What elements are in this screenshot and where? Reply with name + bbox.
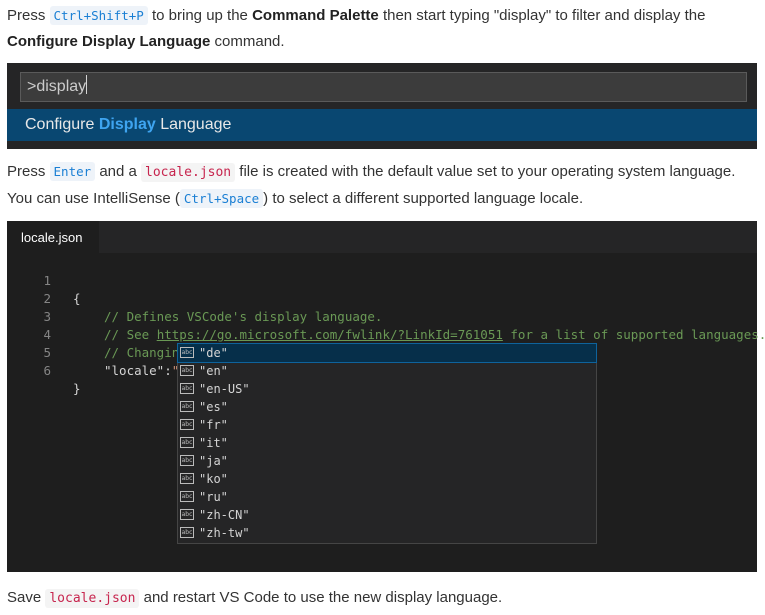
code-line: 3 // See https://go.microsoft.com/fwlink… (7, 290, 765, 342)
suggestion-label: "en-US" (199, 382, 250, 396)
intro-text: command. (210, 33, 285, 50)
suggestion-label: "zh-CN" (199, 508, 250, 522)
suggestion-label: "en" (199, 364, 228, 378)
suggestion-label: "ja" (199, 454, 228, 468)
intro-paragraph: Press Ctrl+Shift+P to bring up the Comma… (7, 3, 757, 55)
result-text: Language (155, 116, 232, 133)
suggestion-label: "zh-tw" (199, 526, 250, 540)
shortcut-ctrl-space: Ctrl+Space (179, 189, 264, 208)
suggestion-label: "fr" (199, 418, 228, 432)
suggestion-label: "es" (199, 400, 228, 414)
code-line: 5 "locale":"en" (7, 326, 202, 379)
text-suggestion-icon: abc (180, 473, 194, 484)
command-palette: >display Configure Display Language (7, 63, 757, 149)
filename-locale-json: locale.json (45, 589, 140, 608)
suggestion-label: "ko" (199, 472, 228, 486)
code-text: { (73, 291, 81, 306)
code-line: 1 { (7, 254, 80, 306)
suggestion-item[interactable]: abc "zh-tw" (178, 524, 596, 542)
suggestion-item[interactable]: abc "en" (178, 362, 596, 380)
suggestion-item[interactable]: abc "ko" (178, 470, 596, 488)
code-editor: locale.json 1 { 2 // Defines VSCode's di… (7, 221, 765, 572)
tab-locale-json[interactable]: locale.json (7, 221, 99, 253)
json-key: "locale" (104, 363, 165, 378)
code-line: 6 } (7, 344, 80, 396)
suggestion-label: "ru" (199, 490, 228, 504)
line-number: 6 (43, 363, 51, 378)
outro-text: and restart VS Code to use the new displ… (139, 589, 503, 606)
text-caret (86, 75, 88, 94)
editor-tab-bar: locale.json (7, 221, 757, 253)
code-line: 4 // Changing the value requires to rest… (7, 308, 472, 360)
comment-link[interactable]: https://go.microsoft.com/fwlink/?LinkId=… (157, 327, 503, 342)
suggestion-item[interactable]: abc "ru" (178, 488, 596, 506)
comment-text: // See (104, 327, 157, 342)
suggestion-item[interactable]: abc "es" (178, 398, 596, 416)
command-result-configure-display-language[interactable]: Configure Display Language (7, 109, 757, 141)
intro-text: to bring up the (147, 7, 253, 24)
suggest-widget: abc "de" abc "en" abc "en-US" abc "es" abc "f… (177, 343, 597, 544)
text-suggestion-icon: abc (180, 347, 194, 358)
suggestion-item[interactable]: abc "it" (178, 434, 596, 452)
comment-text: for a list of supported languages. (502, 327, 765, 342)
text-suggestion-icon: abc (180, 365, 194, 376)
text-suggestion-icon: abc (180, 437, 194, 448)
text-suggestion-icon: abc (180, 383, 194, 394)
outro-paragraph: Save locale.json and restart VS Code to … (7, 585, 757, 612)
configure-display-language-term: Configure Display Language (7, 33, 211, 50)
code-comment: // See https://go.microsoft.com/fwlink/?… (104, 326, 765, 344)
middle-text: ) to select a different supported langua… (263, 190, 584, 207)
text-suggestion-icon: abc (180, 401, 194, 412)
suggestion-item[interactable]: abc "en-US" (178, 380, 596, 398)
suggestion-item[interactable]: abc "zh-CN" (178, 506, 596, 524)
filename-locale-json: locale.json (141, 163, 236, 182)
middle-paragraph: Press Enter and a locale.json file is cr… (7, 159, 757, 212)
middle-text: and a (95, 163, 142, 180)
suggestion-label: "de" (199, 346, 228, 360)
suggestion-item[interactable]: abc "fr" (178, 416, 596, 434)
code-text: } (73, 381, 81, 396)
code-comment: // Defines VSCode's display language. (104, 309, 383, 324)
intro-text: Press (7, 7, 50, 24)
text-suggestion-icon: abc (180, 527, 194, 538)
code-line: 2 // Defines VSCode's display language. (7, 272, 382, 324)
text-suggestion-icon: abc (180, 509, 194, 520)
text-suggestion-icon: abc (180, 491, 194, 502)
shortcut-command-palette: Ctrl+Shift+P (49, 6, 148, 25)
outro-text: Save (7, 589, 46, 606)
text-suggestion-icon: abc (180, 419, 194, 430)
suggestion-item[interactable]: abc "de" (177, 343, 597, 363)
suggestion-item[interactable]: abc "ja" (178, 452, 596, 470)
text-suggestion-icon: abc (180, 455, 194, 466)
middle-text: Press (7, 163, 50, 180)
command-palette-input-value: >display (27, 78, 87, 95)
suggestion-label: "it" (199, 436, 228, 450)
result-match-highlight: Display (98, 116, 156, 133)
intro-text: then start typing "display" to filter an… (378, 7, 706, 24)
shortcut-enter: Enter (49, 162, 96, 181)
command-palette-term: Command Palette (252, 7, 379, 24)
json-colon: : (164, 363, 172, 378)
command-palette-input[interactable]: >display (20, 72, 747, 102)
result-text: Configure (25, 116, 99, 133)
